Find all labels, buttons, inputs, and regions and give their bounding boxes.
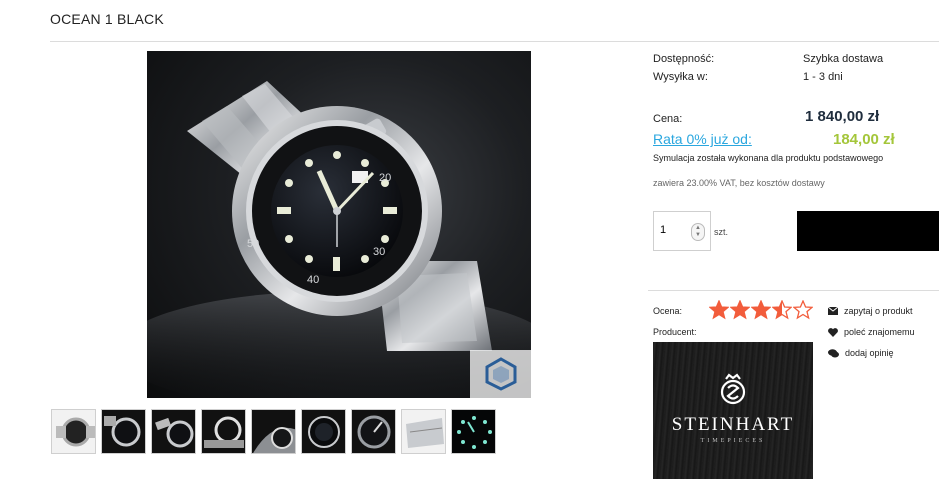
rating-label: Ocena: bbox=[653, 306, 683, 316]
thumbnail-9[interactable] bbox=[451, 409, 496, 454]
svg-text:30: 30 bbox=[373, 246, 385, 258]
price-label: Cena: bbox=[653, 113, 683, 125]
ask-about-product-label: zapytaj o produkt bbox=[844, 306, 913, 316]
ask-about-product-link[interactable]: zapytaj o produkt bbox=[828, 306, 913, 316]
star-icon[interactable] bbox=[793, 300, 813, 320]
installment-link[interactable]: Rata 0% już od: bbox=[653, 131, 752, 147]
installment-value: 184,00 zł bbox=[833, 131, 895, 148]
add-to-cart-button[interactable] bbox=[797, 211, 939, 251]
chevron-down-icon[interactable]: ▼ bbox=[695, 232, 701, 239]
vat-note: zawiera 23.00% VAT, bez kosztów dostawy bbox=[653, 178, 825, 188]
thumbnail-5[interactable] bbox=[251, 409, 296, 454]
thumbnail-2[interactable] bbox=[101, 409, 146, 454]
thumbnail-1[interactable] bbox=[51, 409, 96, 454]
availability-value: Szybka dostawa bbox=[803, 53, 884, 65]
cube-zoom-icon[interactable] bbox=[470, 350, 531, 398]
envelope-icon bbox=[828, 307, 838, 315]
star-icon[interactable] bbox=[709, 300, 729, 320]
producer-label: Producent: bbox=[653, 327, 697, 337]
star-icon[interactable] bbox=[730, 300, 750, 320]
quantity-input[interactable] bbox=[660, 224, 686, 236]
thumbnail-strip bbox=[51, 409, 496, 454]
title-divider bbox=[50, 41, 939, 42]
shipping-label: Wysyłka w: bbox=[653, 71, 708, 83]
recommend-to-friend-label: poleć znajomemu bbox=[844, 327, 915, 337]
main-product-image[interactable]: 20 30 40 50 bbox=[147, 51, 531, 398]
recommend-to-friend-link[interactable]: poleć znajomemu bbox=[828, 327, 915, 337]
add-review-label: dodaj opinię bbox=[845, 348, 894, 358]
producer-logo[interactable]: STEINHART TIMEPIECES bbox=[653, 342, 813, 479]
star-icon[interactable] bbox=[772, 300, 792, 320]
section-divider bbox=[648, 290, 939, 291]
quantity-spinner[interactable]: ▲ ▼ bbox=[691, 223, 705, 241]
svg-text:50: 50 bbox=[247, 238, 259, 250]
rating-stars[interactable] bbox=[709, 300, 813, 320]
star-icon[interactable] bbox=[751, 300, 771, 320]
svg-text:20: 20 bbox=[379, 172, 391, 184]
quantity-unit: szt. bbox=[714, 227, 729, 237]
thumbnail-8[interactable] bbox=[401, 409, 446, 454]
chevron-up-icon[interactable]: ▲ bbox=[695, 225, 701, 232]
speech-bubbles-icon bbox=[828, 348, 839, 357]
installment-note: Symulacja została wykonana dla produktu … bbox=[653, 153, 884, 163]
thumbnail-3[interactable] bbox=[151, 409, 196, 454]
thumbnail-6[interactable] bbox=[301, 409, 346, 454]
thumbnail-4[interactable] bbox=[201, 409, 246, 454]
shipping-value: 1 - 3 dni bbox=[803, 71, 843, 83]
price-value: 1 840,00 zł bbox=[805, 108, 880, 125]
svg-text:40: 40 bbox=[307, 274, 319, 286]
availability-label: Dostępność: bbox=[653, 53, 715, 65]
add-review-link[interactable]: dodaj opinię bbox=[828, 348, 894, 358]
quantity-stepper: ▲ ▼ bbox=[653, 211, 711, 251]
heart-icon bbox=[828, 327, 838, 337]
product-title: OCEAN 1 BLACK bbox=[50, 11, 164, 27]
thumbnail-7[interactable] bbox=[351, 409, 396, 454]
brand-name: STEINHART bbox=[672, 414, 794, 435]
brand-subtitle: TIMEPIECES bbox=[701, 438, 766, 444]
